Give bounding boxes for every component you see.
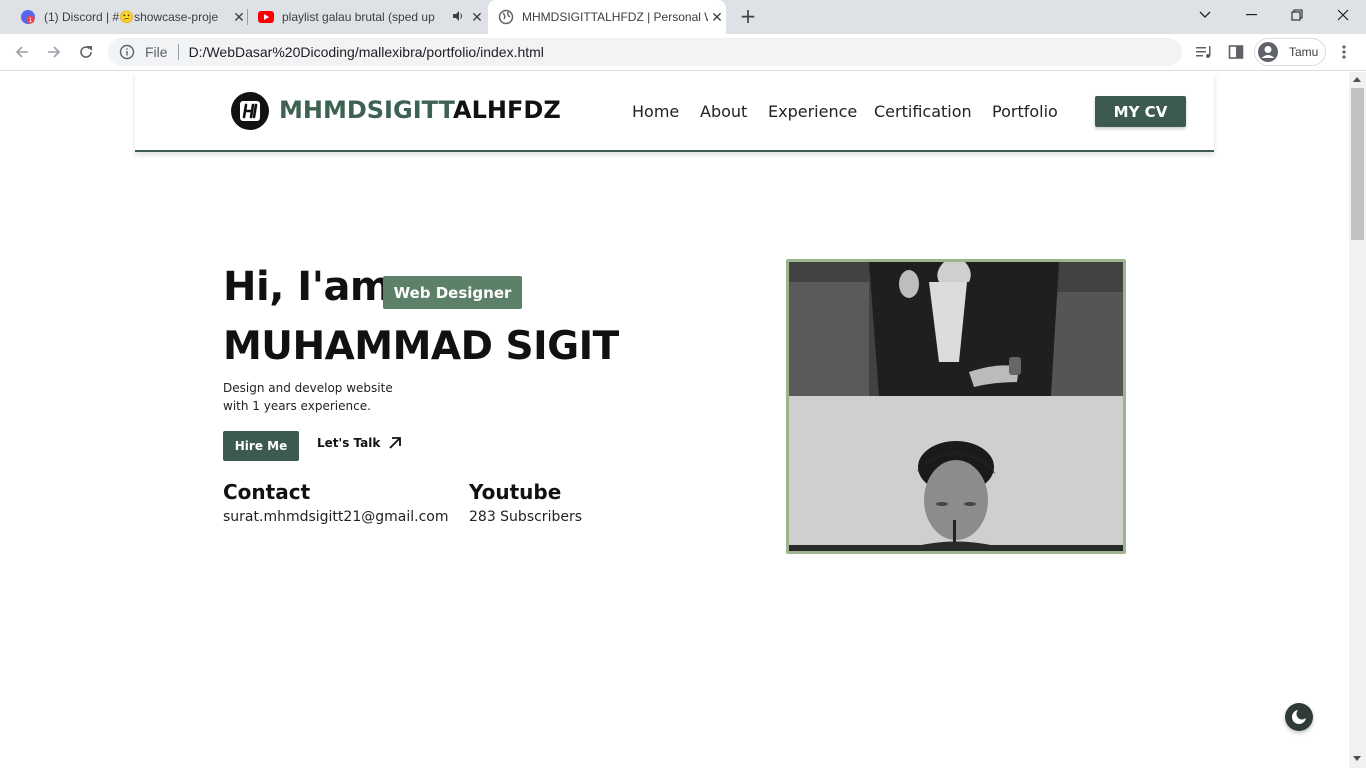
my-cv-button[interactable]: MY CV: [1095, 96, 1186, 127]
arrow-up-right-icon: [389, 437, 402, 449]
hero-description: Design and develop website with 1 years …: [223, 379, 393, 415]
close-tab-icon[interactable]: ✕: [708, 8, 726, 26]
role-badge: Web Designer: [383, 276, 522, 309]
close-tab-icon[interactable]: ✕: [230, 8, 248, 26]
new-tab-button[interactable]: +: [738, 6, 758, 26]
close-window-icon[interactable]: [1320, 0, 1366, 30]
url-text[interactable]: D:/WebDasar%20Dicoding/mallexibra/portfo…: [189, 44, 544, 60]
tab-youtube[interactable]: playlist galau brutal (sped up ✕: [250, 0, 486, 34]
description-line: with 1 years experience.: [223, 399, 371, 413]
menu-icon[interactable]: [1333, 41, 1355, 63]
browser-toolbar: File D:/WebDasar%20Dicoding/mallexibra/p…: [0, 34, 1366, 71]
discord-icon: 1: [20, 9, 36, 25]
profile-photo: [786, 259, 1126, 554]
tab-title: (1) Discord | #😕showcase-proje: [44, 10, 219, 24]
address-bar[interactable]: File D:/WebDasar%20Dicoding/mallexibra/p…: [108, 38, 1182, 66]
brand-part-1: MHMDSIGITT: [279, 96, 454, 124]
divider: [177, 44, 179, 60]
back-icon[interactable]: [10, 40, 34, 64]
youtube-subscribers: 283 Subscribers: [469, 509, 583, 525]
avatar-icon: [1257, 41, 1279, 63]
moon-icon: [1292, 708, 1308, 724]
speaker-icon[interactable]: [452, 10, 464, 25]
name-heading: MUHAMMAD SIGIT: [223, 324, 619, 369]
logo-icon[interactable]: [231, 92, 269, 130]
tab-strip: 1 (1) Discord | #😕showcase-proje ✕ playl…: [0, 0, 1366, 34]
scheme-label: File: [145, 44, 168, 60]
tab-separator: [247, 9, 248, 25]
forward-icon[interactable]: [42, 40, 66, 64]
dark-mode-toggle[interactable]: [1285, 703, 1313, 731]
youtube-heading: Youtube: [469, 480, 562, 504]
scrollbar-thumb[interactable]: [1351, 88, 1364, 240]
contact-heading: Contact: [223, 480, 311, 504]
scroll-down-icon[interactable]: [1353, 756, 1361, 761]
nav-experience[interactable]: Experience: [768, 102, 857, 121]
page-viewport: MHMDSIGITTALHFDZ Home About Experience C…: [0, 72, 1349, 768]
site-header: MHMDSIGITTALHFDZ Home About Experience C…: [135, 72, 1214, 152]
info-icon[interactable]: [119, 44, 135, 60]
minimize-icon[interactable]: [1228, 0, 1274, 30]
lets-talk-label: Let's Talk: [317, 436, 381, 450]
tab-discord[interactable]: 1 (1) Discord | #😕showcase-proje ✕: [12, 0, 248, 34]
tab-title: playlist galau brutal (sped up: [282, 10, 435, 24]
youtube-icon: [258, 9, 274, 25]
nav-certification[interactable]: Certification: [874, 102, 972, 121]
restore-icon[interactable]: [1274, 0, 1320, 30]
globe-icon: [498, 9, 514, 25]
side-panel-icon[interactable]: [1225, 41, 1247, 63]
description-line: Design and develop website: [223, 381, 393, 395]
brand-part-2: ALHFDZ: [453, 96, 561, 124]
hire-me-button[interactable]: Hire Me: [223, 431, 299, 461]
brand-name[interactable]: MHMDSIGITTALHFDZ: [279, 96, 561, 124]
nav-portfolio[interactable]: Portfolio: [992, 102, 1058, 121]
tab-portfolio[interactable]: MHMDSIGITTALHFDZ | Personal W ✕: [488, 0, 726, 34]
scroll-up-icon[interactable]: [1353, 77, 1361, 82]
reload-icon[interactable]: [74, 40, 98, 64]
nav-about[interactable]: About: [700, 102, 747, 121]
profile-label: Tamu: [1289, 45, 1319, 59]
profile-button[interactable]: Tamu: [1254, 38, 1326, 66]
lets-talk-link[interactable]: Let's Talk: [317, 436, 402, 450]
contact-email[interactable]: surat.mhmdsigitt21@gmail.com: [223, 509, 448, 525]
close-tab-icon[interactable]: ✕: [468, 8, 486, 26]
greeting-heading: Hi, I'am: [223, 264, 392, 310]
page-scrollbar[interactable]: [1349, 72, 1366, 768]
tab-search-icon[interactable]: [1182, 0, 1228, 30]
media-control-icon[interactable]: [1193, 41, 1215, 63]
tab-title: MHMDSIGITTALHFDZ | Personal W: [522, 10, 708, 24]
nav-home[interactable]: Home: [632, 102, 679, 121]
